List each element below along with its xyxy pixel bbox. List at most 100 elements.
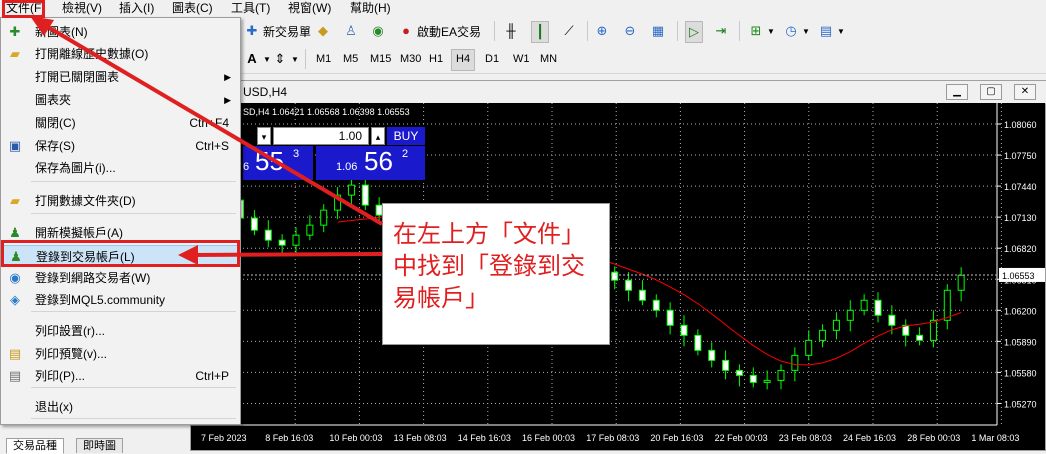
file-menu-item-label: 保存(S)	[35, 139, 75, 153]
file-menu-item[interactable]: 列印設置(r)...	[2, 320, 239, 342]
timeframe-w1[interactable]: W1	[509, 49, 534, 69]
indicators-button[interactable]: ⊞ ▼	[748, 21, 775, 41]
candle-body	[791, 354, 799, 371]
auto-scroll-button[interactable]: ▷	[685, 21, 703, 43]
text-tool-button[interactable]: A ▼	[244, 49, 271, 69]
price-axis-label: 1.05580	[1004, 368, 1037, 378]
annotation-callout: 在左上方「文件」中找到「登錄到交易帳戶」	[382, 203, 610, 345]
price-axis-label: 1.06820	[1004, 244, 1037, 254]
file-menu-item[interactable]: 關閉(C) Ctrl+F4	[2, 112, 239, 134]
file-menu-item-shortcut: Ctrl+P	[195, 369, 229, 383]
file-menu-item[interactable]: ◉ 登錄到網路交易者(W)	[2, 267, 239, 289]
menu-separator	[31, 311, 236, 312]
time-axis-label: 8 Feb 16:03	[265, 433, 313, 443]
tile-windows-button[interactable]: ▦	[650, 21, 666, 41]
time-axis-label: 13 Feb 08:03	[394, 433, 447, 443]
candle-body	[846, 309, 854, 321]
close-button[interactable]: ✕	[1014, 84, 1036, 100]
timeframe-mn[interactable]: MN	[536, 49, 561, 69]
candle-body	[250, 217, 258, 231]
templates-icon: ▤	[819, 23, 833, 38]
buy-button[interactable]: BUY	[387, 127, 425, 145]
file-menu-item[interactable]: ▣ 保存(S) Ctrl+S	[2, 135, 239, 157]
candle-body	[680, 324, 688, 336]
candle-body	[694, 334, 702, 351]
text-tool-icon: A	[247, 51, 257, 66]
timeframe-m30[interactable]: M30	[396, 49, 425, 69]
candle-body	[292, 234, 300, 246]
bar-chart-button[interactable]: ╫	[503, 21, 519, 41]
demo-account-icon: ♟	[9, 225, 21, 240]
chart-title-bar: USD,H4 ▁ ▢ ✕	[191, 81, 1046, 104]
maximize-button[interactable]: ▢	[980, 84, 1002, 100]
file-menu-item[interactable]: 打開已關閉圖表 ▶	[2, 66, 239, 88]
timeframe-m1[interactable]: M1	[312, 49, 335, 69]
periods-button[interactable]: ◷ ▼	[783, 21, 810, 41]
signals-button[interactable]: ♙	[343, 21, 359, 41]
buy-price-box[interactable]: 1.06 56 2	[316, 146, 425, 180]
file-menu-item-label: 退出(x)	[35, 400, 73, 414]
file-menu-item[interactable]: ✚ 新圖表(N)	[2, 21, 239, 43]
zoom-out-button[interactable]: ⊖	[622, 21, 638, 41]
menu-insert[interactable]: 插入(I)	[115, 1, 158, 16]
sell-price-box[interactable]: 6 55 3	[243, 146, 313, 180]
timeframe-m15[interactable]: M15	[366, 49, 395, 69]
line-chart-button[interactable]: ⟋	[561, 21, 577, 41]
menu-charts[interactable]: 圖表(C)	[168, 1, 217, 16]
file-menu-item[interactable]: ◈ 登錄到MQL5.community	[2, 289, 239, 311]
buy-price-prefix: 1.06	[336, 161, 358, 173]
market-button[interactable]: ◉	[370, 21, 386, 41]
file-menu-item[interactable]: ▤ 列印預覽(v)...	[2, 343, 239, 365]
file-menu-item-label: 列印設置(r)...	[35, 324, 105, 338]
candle-body	[860, 299, 868, 311]
new-chart-icon: ✚	[9, 24, 21, 39]
time-axis-label: 24 Feb 16:03	[843, 433, 896, 443]
new-order-label: 新交易單	[263, 24, 312, 39]
lot-increase-button[interactable]: ▴	[371, 127, 385, 145]
menu-separator	[31, 213, 236, 214]
file-menu-item[interactable]: ▰ 打開離線歷史數據(O)	[2, 43, 239, 65]
new-order-button[interactable]: ✚ 新交易單	[244, 21, 311, 41]
chart-shift-button[interactable]: ⇥	[713, 21, 729, 41]
menu-view[interactable]: 檢視(V)	[58, 1, 106, 16]
lot-size-field[interactable]: 1.00	[273, 127, 369, 145]
minimize-button[interactable]: ▁	[946, 84, 968, 100]
file-menu-highlight-box	[2, 0, 45, 18]
file-menu-item-label: 打開已關閉圖表	[35, 70, 120, 84]
candlestick-button[interactable]: ┃	[531, 21, 549, 43]
toolbar-divider	[739, 21, 740, 41]
ea-trading-button[interactable]: ● 啟動EA交易	[398, 21, 481, 41]
file-menu-item[interactable]: 保存為圖片(i)...	[2, 157, 239, 179]
metaeditor-button[interactable]: ◆	[315, 21, 331, 41]
candle-body	[652, 299, 660, 311]
sell-price-main: 55	[255, 146, 284, 176]
toolbar-divider	[677, 21, 678, 41]
zoom-out-icon: ⊖	[624, 23, 636, 38]
time-axis-label: 10 Feb 00:03	[329, 433, 382, 443]
zoom-in-button[interactable]: ⊕	[594, 21, 610, 41]
candle-body	[666, 309, 674, 326]
file-menu-item[interactable]: ▰ 打開數據文件夾(D)	[2, 190, 239, 212]
timeframe-d1[interactable]: D1	[481, 49, 503, 69]
arrows-tool-button[interactable]: ⇕ ▼	[272, 49, 299, 69]
price-axis-label: 1.07440	[1004, 182, 1037, 192]
menu-tools[interactable]: 工具(T)	[227, 1, 274, 16]
file-menu-item-label: 打開離線歷史數據(O)	[35, 47, 149, 61]
price-axis-label: 1.05270	[1004, 399, 1037, 409]
menu-help[interactable]: 幫助(H)	[346, 1, 395, 16]
file-menu-item-shortcut: Ctrl+F4	[189, 116, 229, 130]
file-menu-item[interactable]: 退出(x)	[2, 396, 239, 418]
ea-trading-label: 啟動EA交易	[417, 24, 482, 39]
file-menu-item[interactable]: 圖表夾 ▶	[2, 89, 239, 111]
tab-symbols[interactable]: 交易品種	[6, 438, 64, 454]
menu-separator	[31, 387, 236, 388]
timeframe-h1[interactable]: H1	[425, 49, 447, 69]
templates-button[interactable]: ▤ ▼	[818, 21, 845, 41]
data-folder-icon: ▰	[10, 193, 20, 208]
lot-decrease-button[interactable]: ▾	[257, 127, 271, 145]
candle-body	[805, 339, 813, 356]
file-menu-item[interactable]: ▤ 列印(P)... Ctrl+P	[2, 365, 239, 387]
timeframe-m5[interactable]: M5	[339, 49, 362, 69]
menu-window[interactable]: 視窗(W)	[284, 1, 335, 16]
timeframe-h4[interactable]: H4	[451, 49, 476, 71]
